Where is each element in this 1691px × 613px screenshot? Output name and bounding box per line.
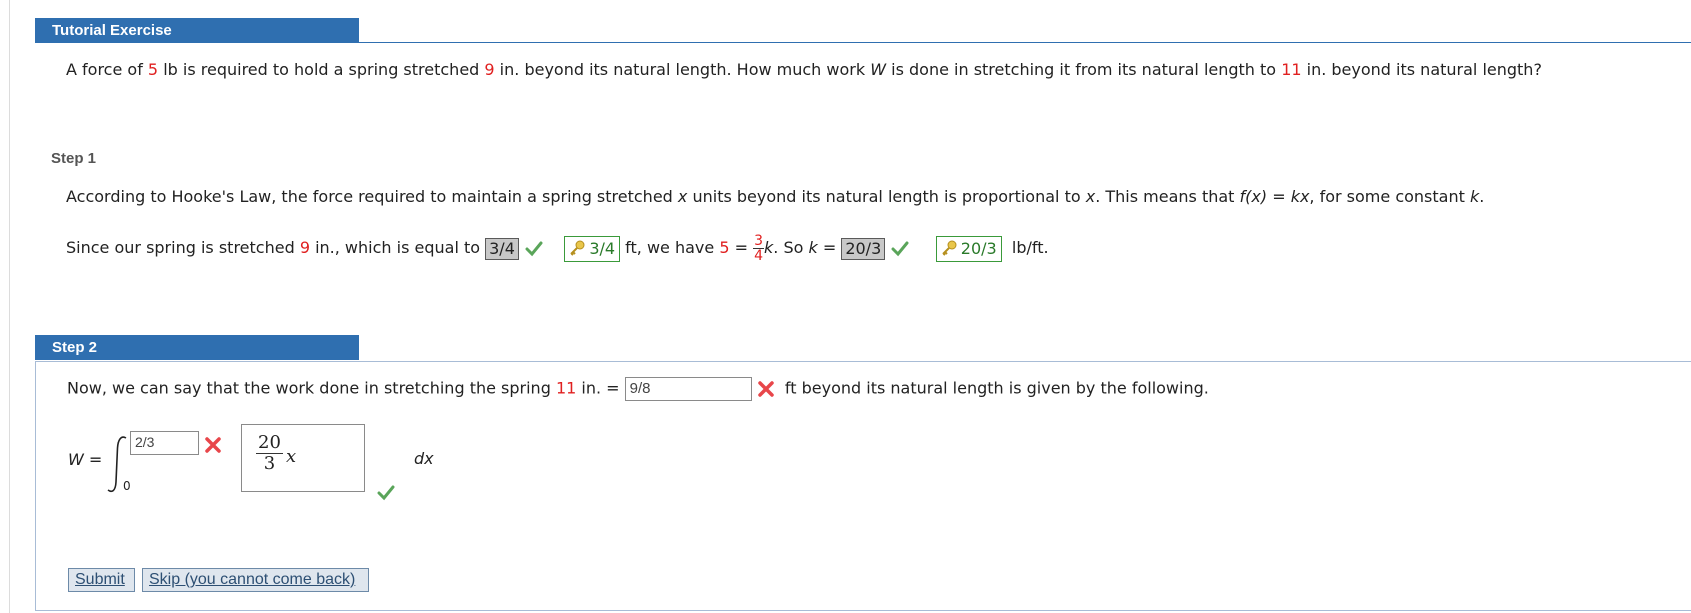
- step1-label: Step 1: [51, 150, 97, 167]
- integrand-input[interactable]: 20 3 x: [241, 424, 365, 492]
- work-lhs: W =: [68, 450, 103, 469]
- integral-lower-limit: 0: [123, 479, 131, 493]
- answer-box-feet: 3/4: [485, 237, 519, 260]
- correct-answer-key-feet[interactable]: 3/4: [564, 235, 621, 262]
- given-stretch: 9: [484, 60, 495, 79]
- key-icon: [942, 240, 957, 256]
- step2-header: Step 2: [35, 335, 359, 360]
- given-force: 5: [147, 60, 159, 79]
- tutorial-header-rule: [35, 42, 1691, 43]
- check-icon: [525, 241, 543, 257]
- key-icon: [570, 240, 585, 256]
- hooke-law-text: According to Hooke's Law, the force requ…: [66, 187, 1485, 206]
- submit-button[interactable]: Submit: [68, 568, 135, 592]
- step2-work-line: Now, we can say that the work done in st…: [67, 377, 1209, 401]
- check-icon: [891, 241, 909, 257]
- left-border: [9, 0, 10, 613]
- tutorial-header: Tutorial Exercise: [35, 18, 359, 43]
- x-mark-icon: [205, 437, 221, 453]
- fraction-three-fourths: 34: [753, 233, 764, 264]
- given-target: 11: [1281, 60, 1302, 79]
- problem-statement: A force of 5 lb is required to hold a sp…: [66, 60, 1542, 79]
- step1-conversion-line: Since our spring is stretched 9 in., whi…: [66, 233, 1049, 264]
- answer-box-k: 20/3: [841, 237, 886, 260]
- x-mark-icon: [757, 380, 774, 397]
- integral-upper-limit-input[interactable]: 2/3: [130, 431, 199, 455]
- check-icon: [377, 485, 395, 501]
- correct-answer-key-k[interactable]: 20/3: [935, 235, 1002, 262]
- differential-dx: dx: [414, 449, 434, 468]
- skip-button[interactable]: Skip (you cannot come back): [142, 568, 369, 592]
- distance-ft-input[interactable]: 9/8: [624, 377, 752, 401]
